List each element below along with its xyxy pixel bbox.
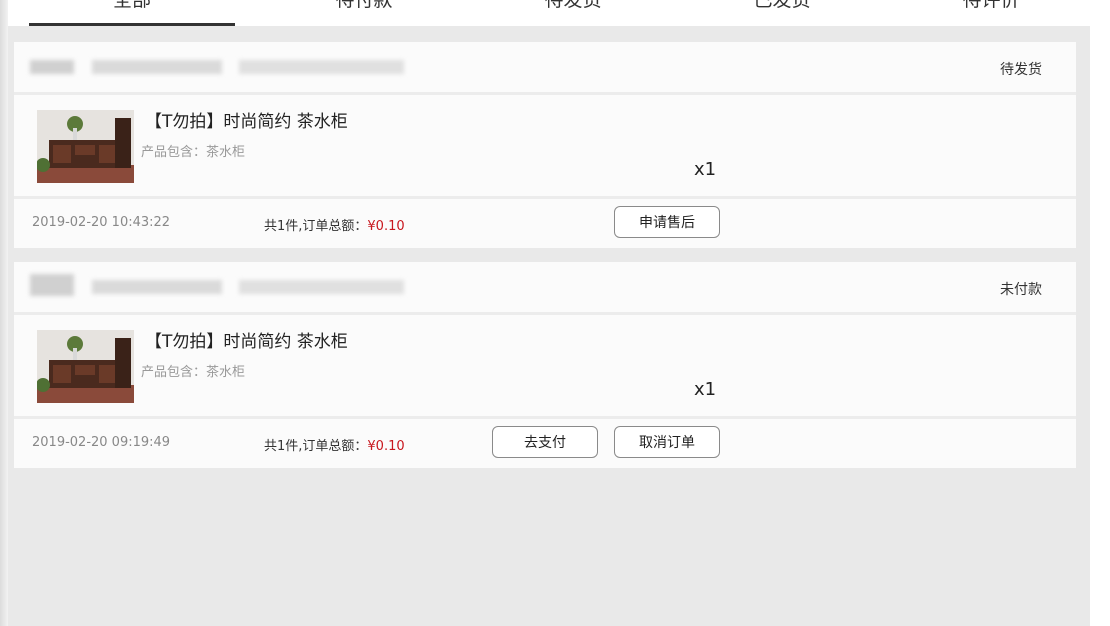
order-card: 未付款 【T勿拍】时尚简约 茶水柜 产品包含：茶水柜 x1 2019-02-20… bbox=[14, 262, 1076, 468]
redacted-text bbox=[239, 280, 404, 294]
product-description: 产品包含：茶水柜 bbox=[141, 145, 246, 160]
tab-bar: 全部 待付款 待发货 已发货 待评价 bbox=[8, 0, 1090, 26]
tab-pending-payment[interactable]: 待付款 bbox=[261, 0, 467, 26]
redacted-text bbox=[239, 60, 404, 74]
order-total-label: 共1件,订单总额： bbox=[264, 219, 368, 234]
tab-all[interactable]: 全部 bbox=[29, 0, 235, 26]
product-thumbnail[interactable] bbox=[37, 110, 134, 183]
tab-pending-review[interactable]: 待评价 bbox=[888, 0, 1094, 26]
product-description: 产品包含：茶水柜 bbox=[141, 365, 246, 380]
order-total-price: ¥0.10 bbox=[367, 439, 405, 454]
order-total-price: ¥0.10 bbox=[367, 219, 405, 234]
product-title[interactable]: 【T勿拍】时尚简约 茶水柜 bbox=[145, 107, 348, 132]
product-title[interactable]: 【T勿拍】时尚简约 茶水柜 bbox=[145, 327, 348, 352]
order-total: 共1件,订单总额：¥0.10 bbox=[264, 215, 405, 234]
product-thumbnail[interactable] bbox=[37, 330, 134, 403]
right-strip bbox=[1090, 0, 1110, 626]
order-header: 未付款 bbox=[14, 262, 1076, 315]
order-date: 2019-02-20 10:43:22 bbox=[32, 215, 171, 230]
order-total-label: 共1件,订单总额： bbox=[264, 439, 368, 454]
apply-after-sales-button[interactable]: 申请售后 bbox=[614, 206, 720, 238]
tab-shipped[interactable]: 已发货 bbox=[679, 0, 885, 26]
left-edge bbox=[0, 0, 8, 626]
order-footer: 2019-02-20 10:43:22 共1件,订单总额：¥0.10 申请售后 bbox=[14, 199, 1076, 248]
order-status: 待发货 bbox=[1000, 62, 1042, 78]
redacted-text bbox=[30, 60, 74, 74]
order-card: 待发货 【T勿拍】时尚简约 茶水柜 产品包含：茶水柜 x1 2019-02-20… bbox=[14, 42, 1076, 248]
tab-label: 全部 bbox=[112, 0, 151, 11]
order-footer: 2019-02-20 09:19:49 共1件,订单总额：¥0.10 去支付 取… bbox=[14, 419, 1076, 468]
order-header: 待发货 bbox=[14, 42, 1076, 95]
product-quantity: x1 bbox=[694, 159, 717, 180]
cancel-order-button[interactable]: 取消订单 bbox=[614, 426, 720, 458]
order-item[interactable]: 【T勿拍】时尚简约 茶水柜 产品包含：茶水柜 x1 bbox=[14, 95, 1076, 199]
order-date: 2019-02-20 09:19:49 bbox=[32, 435, 171, 450]
tab-label: 已发货 bbox=[753, 0, 811, 11]
tab-label: 待评价 bbox=[962, 0, 1020, 11]
order-item[interactable]: 【T勿拍】时尚简约 茶水柜 产品包含：茶水柜 x1 bbox=[14, 315, 1076, 419]
redacted-text bbox=[30, 274, 74, 296]
tab-label: 待付款 bbox=[335, 0, 393, 11]
pay-button[interactable]: 去支付 bbox=[492, 426, 598, 458]
redacted-text bbox=[92, 280, 222, 294]
tab-pending-shipment[interactable]: 待发货 bbox=[470, 0, 676, 26]
order-status: 未付款 bbox=[1000, 282, 1042, 298]
product-quantity: x1 bbox=[694, 379, 717, 400]
order-total: 共1件,订单总额：¥0.10 bbox=[264, 435, 405, 454]
tab-label: 待发货 bbox=[544, 0, 602, 11]
redacted-text bbox=[92, 60, 222, 74]
